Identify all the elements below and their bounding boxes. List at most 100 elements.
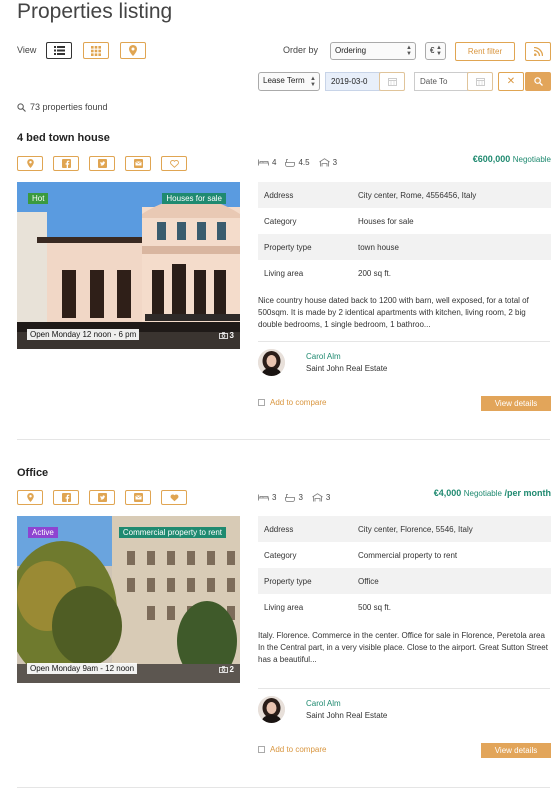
- detail-value: Houses for sale: [358, 216, 414, 226]
- details-table: Address City center, Rome, 4556456, Italy…: [258, 182, 551, 286]
- facebook-icon: [61, 159, 71, 168]
- property-price: €600,000 Negotiable: [473, 154, 551, 164]
- map-view-button[interactable]: [120, 42, 146, 59]
- add-to-compare[interactable]: Add to compare: [258, 745, 326, 754]
- status-badge: Hot: [28, 193, 49, 204]
- table-row: Address City center, Florence, 5546, Ital…: [258, 516, 551, 542]
- select-arrows-icon: ▲ ▼: [406, 45, 412, 57]
- agent-name[interactable]: Carol Alm: [306, 699, 341, 708]
- detail-label: Address: [258, 182, 352, 208]
- detail-label: Property type: [258, 568, 352, 594]
- open-house-label: Open Monday 12 noon - 6 pm: [27, 329, 140, 340]
- rss-icon: [533, 47, 543, 56]
- property-title[interactable]: 4 bed town house: [17, 132, 110, 144]
- detail-label: Address: [258, 516, 352, 542]
- divider: [258, 688, 550, 689]
- table-row: Category Commercial property to rent: [258, 542, 551, 568]
- add-to-compare[interactable]: Add to compare: [258, 398, 326, 407]
- list-view-button[interactable]: [46, 42, 72, 59]
- bed-icon: [258, 159, 269, 166]
- lease-term-select[interactable]: Lease Term ▲ ▼: [258, 72, 320, 91]
- twitter-icon: [97, 493, 107, 502]
- map-button[interactable]: [17, 490, 43, 505]
- email-icon: [133, 159, 143, 168]
- date-to-calendar-button[interactable]: [467, 72, 493, 91]
- status-badge: Active: [28, 527, 58, 538]
- type-badge: Commercial property to rent: [118, 527, 226, 538]
- garage-icon: [312, 493, 323, 502]
- facebook-share-button[interactable]: [53, 156, 79, 171]
- detail-label: Property type: [258, 234, 352, 260]
- compare-label: Add to compare: [270, 398, 327, 407]
- detail-label: Category: [264, 550, 297, 560]
- grid-icon: [91, 45, 101, 56]
- date-to-input[interactable]: Date To: [414, 72, 468, 91]
- map-marker-icon: [129, 45, 137, 56]
- detail-label: Category: [264, 216, 297, 226]
- facebook-share-button[interactable]: [53, 490, 79, 505]
- avatar[interactable]: [258, 696, 285, 723]
- calendar-icon: [387, 78, 397, 86]
- date-from-calendar-button[interactable]: [379, 72, 405, 91]
- view-details-button[interactable]: View details: [481, 396, 551, 411]
- property-photo[interactable]: Hot Houses for sale Open Monday 12 noon …: [17, 182, 240, 349]
- map-button[interactable]: [17, 156, 43, 171]
- property-photo[interactable]: Active Commercial property to rent Open …: [17, 516, 240, 683]
- property-price: €4,000 Negotiable /per month: [434, 488, 551, 498]
- twitter-share-button[interactable]: [89, 490, 115, 505]
- rss-button[interactable]: [525, 42, 551, 61]
- beds-count: 3: [272, 493, 277, 502]
- table-row: Property type Office: [258, 568, 551, 594]
- table-row: Address City center, Rome, 4556456, Italy: [258, 182, 551, 208]
- price-note: Negotiable: [512, 155, 551, 164]
- search-icon: [17, 102, 26, 112]
- view-label: View: [17, 45, 37, 55]
- detail-value: City center, Rome, 4556456, Italy: [352, 182, 551, 208]
- compare-checkbox[interactable]: [258, 746, 265, 753]
- beds-count: 4: [272, 158, 277, 167]
- detail-value: town house: [352, 234, 551, 260]
- photo-count-value: 3: [229, 331, 234, 340]
- facebook-icon: [61, 493, 71, 502]
- detail-value: Office: [352, 568, 551, 594]
- heart-icon: [170, 493, 178, 501]
- twitter-share-button[interactable]: [89, 156, 115, 171]
- date-from-input[interactable]: 2019-03-0: [325, 72, 380, 91]
- table-row: Living area 200 sq ft.: [258, 260, 551, 286]
- property-title[interactable]: Office: [17, 467, 48, 479]
- bath-icon: [285, 494, 296, 502]
- favorite-button[interactable]: [161, 156, 187, 171]
- divider: [17, 787, 550, 788]
- photo-count-value: 2: [229, 665, 234, 674]
- ordering-select[interactable]: Ordering ▲ ▼: [330, 42, 416, 60]
- photo-count: 3: [218, 331, 234, 340]
- compare-checkbox[interactable]: [258, 399, 265, 406]
- detail-value: Commercial property to rent: [358, 550, 458, 560]
- avatar[interactable]: [258, 349, 285, 376]
- view-details-button[interactable]: View details: [481, 743, 551, 758]
- detail-label: Living area: [264, 602, 304, 612]
- twitter-icon: [97, 159, 107, 168]
- camera-icon: [218, 332, 228, 339]
- heart-outline-icon: [169, 159, 179, 168]
- garages-count: 3: [332, 158, 338, 167]
- email-share-button[interactable]: [125, 490, 151, 505]
- clear-filter-button[interactable]: ✕: [498, 72, 524, 91]
- detail-label: Living area: [264, 268, 304, 278]
- email-share-button[interactable]: [125, 156, 151, 171]
- select-arrows-icon: ▲ ▼: [310, 76, 316, 88]
- bed-icon: [258, 494, 269, 501]
- photo-count: 2: [218, 665, 234, 674]
- property-description: Italy. Florence. Commerce in the center.…: [258, 631, 548, 664]
- search-button[interactable]: [525, 72, 551, 91]
- rent-filter-button[interactable]: Rent filter: [455, 42, 515, 61]
- agent-photo: [258, 696, 285, 723]
- currency-select[interactable]: € ▲ ▼: [425, 42, 446, 60]
- email-icon: [133, 493, 143, 502]
- agent-photo: [258, 349, 285, 376]
- map-marker-icon: [26, 159, 34, 168]
- table-row: Property type town house: [258, 234, 551, 260]
- grid-view-button[interactable]: [83, 42, 109, 59]
- agent-name[interactable]: Carol Alm: [306, 352, 341, 361]
- favorite-button[interactable]: [161, 490, 187, 505]
